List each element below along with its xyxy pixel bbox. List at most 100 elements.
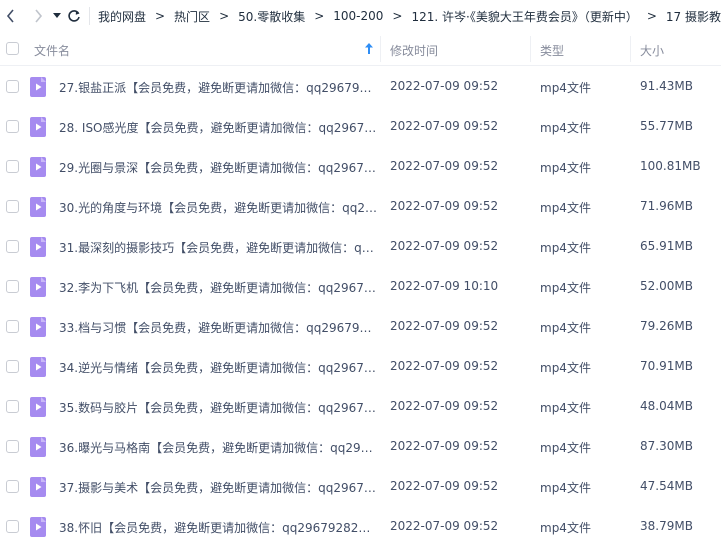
column-header-type[interactable]: 类型 <box>540 42 564 59</box>
file-size: 47.54MB <box>640 479 693 493</box>
file-type: mp4文件 <box>540 521 591 535</box>
breadcrumb: 我的网盘 > 热门区 > 50.零散收集 > 100-200 > 121. 许岑… <box>98 8 721 25</box>
breadcrumb-separator: > <box>392 9 403 23</box>
file-row[interactable]: 29.光圈与景深【会员免费，避免断更请加微信：qq2967… 2022-07-0… <box>0 147 721 187</box>
file-name[interactable]: 27.银盐正派【会员免费，避免断更请加微信：qq296792… <box>59 79 377 96</box>
breadcrumb-item[interactable]: 我的网盘 <box>98 8 146 25</box>
file-size: 71.96MB <box>640 199 693 213</box>
row-checkbox[interactable] <box>6 280 19 293</box>
file-list-header: 文件名 修改时间 类型 大小 <box>0 32 721 66</box>
file-row[interactable]: 35.数码与胶片【会员免费，避免断更请加微信：qq2967… 2022-07-0… <box>0 387 721 427</box>
row-checkbox[interactable] <box>6 200 19 213</box>
video-file-icon <box>30 157 46 177</box>
file-modified-time: 2022-07-09 09:52 <box>390 239 499 253</box>
file-type: mp4文件 <box>540 161 591 175</box>
file-size: 65.91MB <box>640 239 693 253</box>
video-file-icon <box>30 317 46 337</box>
file-modified-time: 2022-07-09 09:52 <box>390 79 499 93</box>
file-name[interactable]: 32.李为下飞机【会员免费，避免断更请加微信：qq2967… <box>59 279 377 296</box>
row-checkbox[interactable] <box>6 400 19 413</box>
file-size: 38.79MB <box>640 519 693 533</box>
file-type: mp4文件 <box>540 121 591 135</box>
file-name[interactable]: 38.怀旧【会员免费，避免断更请加微信：qq296792825… <box>59 519 377 536</box>
file-size: 70.91MB <box>640 359 693 373</box>
video-file-icon <box>30 397 46 417</box>
video-file-icon <box>30 517 46 537</box>
chevron-right-icon <box>35 9 43 23</box>
row-checkbox[interactable] <box>6 320 19 333</box>
row-checkbox[interactable] <box>6 240 19 253</box>
file-row[interactable]: 34.逆光与情绪【会员免费，避免断更请加微信：qq2967… 2022-07-0… <box>0 347 721 387</box>
file-modified-time: 2022-07-09 09:52 <box>390 439 499 453</box>
file-size: 100.81MB <box>640 159 701 173</box>
file-type: mp4文件 <box>540 441 591 455</box>
nav-divider <box>89 7 90 25</box>
column-divider[interactable] <box>630 36 631 62</box>
file-row[interactable]: 28. ISO感光度【会员免费，避免断更请加微信：qq2967… 2022-07… <box>0 107 721 147</box>
column-divider[interactable] <box>380 36 381 62</box>
select-all-checkbox[interactable] <box>6 42 19 55</box>
file-row[interactable]: 33.档与习惯【会员免费，避免断更请加微信：qq296792… 2022-07-… <box>0 307 721 347</box>
file-name[interactable]: 34.逆光与情绪【会员免费，避免断更请加微信：qq2967… <box>59 359 377 376</box>
file-modified-time: 2022-07-09 10:10 <box>390 279 499 293</box>
breadcrumb-separator: > <box>154 9 166 23</box>
file-size: 87.30MB <box>640 439 693 453</box>
file-modified-time: 2022-07-09 09:52 <box>390 359 499 373</box>
file-row[interactable]: 31.最深刻的摄影技巧【会员免费，避免断更请加微信：q… 2022-07-09 … <box>0 227 721 267</box>
column-header-modified[interactable]: 修改时间 <box>390 42 438 59</box>
file-size: 55.77MB <box>640 119 693 133</box>
file-type: mp4文件 <box>540 361 591 375</box>
file-modified-time: 2022-07-09 09:52 <box>390 119 499 133</box>
video-file-icon <box>30 77 46 97</box>
file-name[interactable]: 35.数码与胶片【会员免费，避免断更请加微信：qq2967… <box>59 399 377 416</box>
breadcrumb-item[interactable]: 热门区 <box>174 8 210 25</box>
row-checkbox[interactable] <box>6 520 19 533</box>
file-row[interactable]: 27.银盐正派【会员免费，避免断更请加微信：qq296792… 2022-07-… <box>0 67 721 107</box>
row-checkbox[interactable] <box>6 440 19 453</box>
file-name[interactable]: 28. ISO感光度【会员免费，避免断更请加微信：qq2967… <box>59 119 377 136</box>
file-modified-time: 2022-07-09 09:52 <box>390 199 499 213</box>
file-name[interactable]: 37.摄影与美术【会员免费，避免断更请加微信：qq2967… <box>59 479 377 496</box>
row-checkbox[interactable] <box>6 80 19 93</box>
chevron-left-icon <box>7 9 14 23</box>
file-modified-time: 2022-07-09 09:52 <box>390 399 499 413</box>
file-row[interactable]: 30.光的角度与环境【会员免费，避免断更请加微信：qq2… 2022-07-09… <box>0 187 721 227</box>
video-file-icon <box>30 117 46 137</box>
file-name[interactable]: 31.最深刻的摄影技巧【会员免费，避免断更请加微信：q… <box>59 239 377 256</box>
file-row[interactable]: 36.曝光与马格南【会员免费，避免断更请加微信：qq29… 2022-07-09… <box>0 427 721 467</box>
refresh-button[interactable] <box>64 4 83 28</box>
breadcrumb-item[interactable]: 100-200 <box>333 9 383 23</box>
file-modified-time: 2022-07-09 09:52 <box>390 479 499 493</box>
file-type: mp4文件 <box>540 241 591 255</box>
file-row[interactable]: 32.李为下飞机【会员免费，避免断更请加微信：qq2967… 2022-07-0… <box>0 267 721 307</box>
file-name[interactable]: 33.档与习惯【会员免费，避免断更请加微信：qq296792… <box>59 319 377 336</box>
breadcrumb-item-current[interactable]: 17 摄影教 <box>666 8 721 25</box>
forward-button[interactable] <box>29 4 48 28</box>
column-divider[interactable] <box>530 36 531 62</box>
breadcrumb-separator: > <box>646 9 657 23</box>
row-checkbox[interactable] <box>6 360 19 373</box>
column-header-size[interactable]: 大小 <box>640 42 664 59</box>
file-modified-time: 2022-07-09 09:52 <box>390 319 499 333</box>
refresh-icon <box>68 10 80 22</box>
file-size: 91.43MB <box>640 79 693 93</box>
video-file-icon <box>30 197 46 217</box>
breadcrumb-item[interactable]: 121. 许岑·《美貌大王年费会员》（更新中） <box>411 8 637 25</box>
file-modified-time: 2022-07-09 09:52 <box>390 519 499 533</box>
history-dropdown-button[interactable] <box>52 4 63 28</box>
file-name[interactable]: 30.光的角度与环境【会员免费，避免断更请加微信：qq2… <box>59 199 377 216</box>
row-checkbox[interactable] <box>6 160 19 173</box>
back-button[interactable] <box>2 4 21 28</box>
video-file-icon <box>30 477 46 497</box>
column-header-name[interactable]: 文件名 <box>34 42 70 59</box>
file-size: 48.04MB <box>640 399 693 413</box>
row-checkbox[interactable] <box>6 120 19 133</box>
file-modified-time: 2022-07-09 09:52 <box>390 159 499 173</box>
file-row[interactable]: 38.怀旧【会员免费，避免断更请加微信：qq296792825… 2022-07… <box>0 507 721 544</box>
file-name[interactable]: 29.光圈与景深【会员免费，避免断更请加微信：qq2967… <box>59 159 377 176</box>
sort-ascending-arrow-icon[interactable] <box>365 43 373 57</box>
file-row[interactable]: 37.摄影与美术【会员免费，避免断更请加微信：qq2967… 2022-07-0… <box>0 467 721 507</box>
breadcrumb-item[interactable]: 50.零散收集 <box>238 8 305 25</box>
row-checkbox[interactable] <box>6 480 19 493</box>
file-name[interactable]: 36.曝光与马格南【会员免费，避免断更请加微信：qq29… <box>59 439 377 456</box>
